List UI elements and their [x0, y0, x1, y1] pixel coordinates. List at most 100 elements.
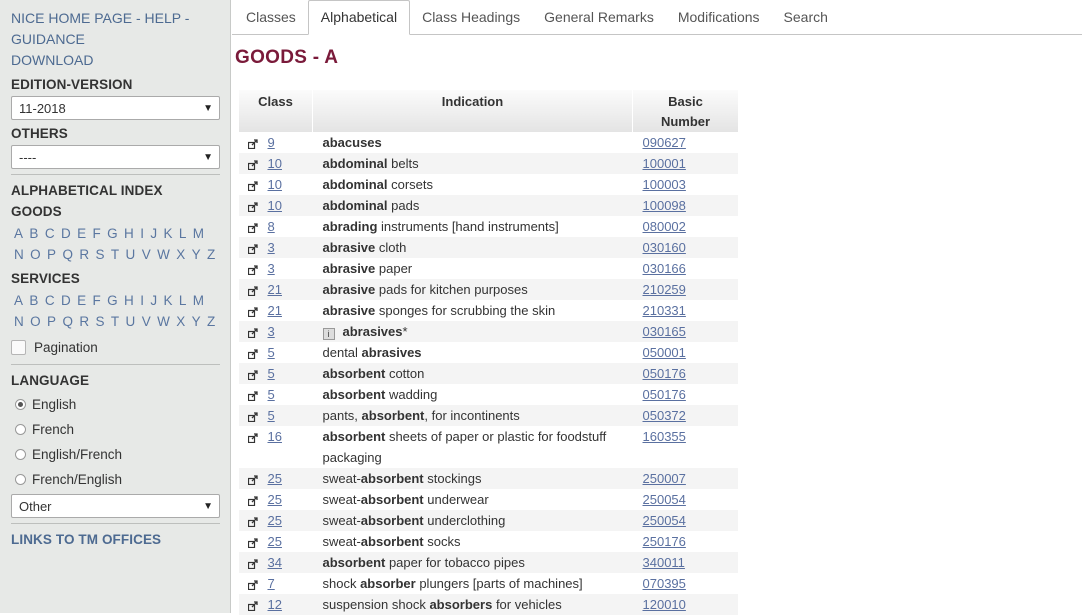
class-link[interactable]: 21 [268, 282, 282, 297]
tab-alphabetical[interactable]: Alphabetical [308, 0, 410, 35]
goods-letter-z[interactable]: Z [207, 244, 215, 265]
class-link[interactable]: 3 [268, 261, 275, 276]
services-letter-z[interactable]: Z [207, 311, 215, 332]
services-letter-o[interactable]: O [30, 311, 41, 332]
services-letter-v[interactable]: V [142, 311, 151, 332]
language-radio[interactable] [15, 399, 26, 410]
class-link[interactable]: 8 [268, 219, 275, 234]
services-letter-p[interactable]: P [47, 311, 56, 332]
goods-letter-w[interactable]: W [157, 244, 170, 265]
goods-letter-a[interactable]: A [14, 223, 23, 244]
language-radio[interactable] [15, 424, 26, 435]
class-link[interactable]: 5 [268, 345, 275, 360]
goods-letter-j[interactable]: J [150, 223, 157, 244]
external-link-icon[interactable] [248, 471, 258, 486]
class-link[interactable]: 16 [268, 429, 282, 444]
goods-letter-d[interactable]: D [61, 223, 71, 244]
services-letter-w[interactable]: W [157, 311, 170, 332]
help-link[interactable]: HELP [145, 10, 181, 26]
external-link-icon[interactable] [248, 240, 258, 255]
services-letter-y[interactable]: Y [192, 311, 201, 332]
external-link-icon[interactable] [248, 387, 258, 402]
tab-general-remarks[interactable]: General Remarks [532, 1, 666, 34]
services-letter-d[interactable]: D [61, 290, 71, 311]
services-letter-g[interactable]: G [107, 290, 118, 311]
class-link[interactable]: 34 [268, 555, 282, 570]
class-link[interactable]: 3 [268, 240, 275, 255]
goods-letter-i[interactable]: I [140, 223, 144, 244]
class-link[interactable]: 5 [268, 366, 275, 381]
external-link-icon[interactable] [248, 429, 258, 444]
language-option-french-english[interactable]: French/English [11, 467, 220, 492]
services-letter-m[interactable]: M [193, 290, 204, 311]
class-link[interactable]: 25 [268, 513, 282, 528]
services-letter-n[interactable]: N [14, 311, 24, 332]
class-link[interactable]: 5 [268, 408, 275, 423]
external-link-icon[interactable] [248, 177, 258, 192]
services-letter-b[interactable]: B [29, 290, 38, 311]
basic-number-link[interactable]: 100098 [643, 198, 686, 213]
basic-number-link[interactable]: 090627 [643, 135, 686, 150]
services-letter-j[interactable]: J [150, 290, 157, 311]
goods-letter-b[interactable]: B [29, 223, 38, 244]
goods-letter-o[interactable]: O [30, 244, 41, 265]
others-select[interactable]: ---- ▼ [11, 145, 220, 169]
class-link[interactable]: 25 [268, 534, 282, 549]
goods-letter-q[interactable]: Q [62, 244, 73, 265]
class-link[interactable]: 9 [268, 135, 275, 150]
basic-number-link[interactable]: 250007 [643, 471, 686, 486]
class-link[interactable]: 25 [268, 471, 282, 486]
services-letter-f[interactable]: F [93, 290, 101, 311]
basic-number-link[interactable]: 210259 [643, 282, 686, 297]
external-link-icon[interactable] [248, 198, 258, 213]
class-link[interactable]: 10 [268, 156, 282, 171]
external-link-icon[interactable] [248, 156, 258, 171]
class-header[interactable]: Class [239, 90, 313, 132]
pagination-checkbox[interactable] [11, 340, 26, 355]
services-letter-e[interactable]: E [77, 290, 86, 311]
tab-search[interactable]: Search [772, 1, 840, 34]
basic-number-link[interactable]: 340011 [643, 555, 685, 570]
external-link-icon[interactable] [248, 408, 258, 423]
class-link[interactable]: 7 [268, 576, 275, 591]
goods-letter-l[interactable]: L [179, 223, 187, 244]
goods-letter-k[interactable]: K [163, 223, 172, 244]
services-letter-q[interactable]: Q [62, 311, 73, 332]
goods-letter-e[interactable]: E [77, 223, 86, 244]
class-link[interactable]: 5 [268, 387, 275, 402]
external-link-icon[interactable] [248, 345, 258, 360]
tab-class-headings[interactable]: Class Headings [410, 1, 532, 34]
services-letter-h[interactable]: H [124, 290, 134, 311]
language-option-english[interactable]: English [11, 392, 220, 417]
external-link-icon[interactable] [248, 261, 258, 276]
edition-version-select[interactable]: 11-2018 ▼ [11, 96, 220, 120]
language-option-french[interactable]: French [11, 417, 220, 442]
external-link-icon[interactable] [248, 282, 258, 297]
goods-letter-h[interactable]: H [124, 223, 134, 244]
tab-classes[interactable]: Classes [234, 1, 308, 34]
goods-letter-y[interactable]: Y [192, 244, 201, 265]
tab-modifications[interactable]: Modifications [666, 1, 772, 34]
goods-letter-c[interactable]: C [45, 223, 55, 244]
class-link[interactable]: 21 [268, 303, 282, 318]
services-letter-u[interactable]: U [126, 311, 136, 332]
basic-number-link[interactable]: 080002 [643, 219, 686, 234]
services-letter-x[interactable]: X [176, 311, 185, 332]
nice-home-link[interactable]: NICE HOME PAGE [11, 10, 132, 26]
external-link-icon[interactable] [248, 534, 258, 549]
external-link-icon[interactable] [248, 324, 258, 339]
goods-letter-t[interactable]: T [111, 244, 119, 265]
services-letter-k[interactable]: K [163, 290, 172, 311]
services-letter-a[interactable]: A [14, 290, 23, 311]
basic-number-link[interactable]: 250054 [643, 513, 686, 528]
basic-number-link[interactable]: 160355 [643, 429, 686, 444]
goods-letter-n[interactable]: N [14, 244, 24, 265]
goods-letter-r[interactable]: R [79, 244, 89, 265]
class-link[interactable]: 10 [268, 198, 282, 213]
goods-letter-s[interactable]: S [96, 244, 105, 265]
services-letter-l[interactable]: L [179, 290, 187, 311]
external-link-icon[interactable] [248, 555, 258, 570]
goods-letter-p[interactable]: P [47, 244, 56, 265]
basic-number-link[interactable]: 100001 [643, 156, 686, 171]
external-link-icon[interactable] [248, 597, 258, 612]
